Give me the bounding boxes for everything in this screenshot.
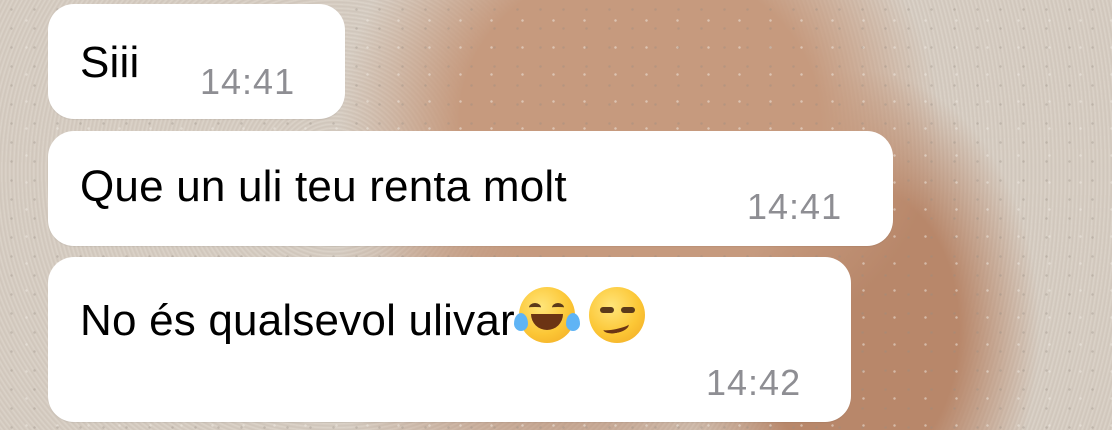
message-thread[interactable]: Siii 14:41 Que un uli teu renta molt 14:… [0, 0, 1112, 430]
message-bubble[interactable]: Siii 14:41 [48, 4, 345, 119]
message-text: Que un uli teu renta molt [80, 162, 567, 211]
smirking-face-icon [588, 287, 645, 343]
message-timestamp: 14:41 [200, 61, 296, 102]
message-timestamp: 14:41 [747, 186, 843, 227]
message-text-content: No és qualsevol ulivar [80, 296, 515, 345]
message-text: No és qualsevol ulivar [80, 287, 645, 346]
message-bubble[interactable]: No és qualsevol ulivar 14:42 [48, 257, 851, 422]
message-timestamp: 14:42 [706, 362, 802, 403]
message-bubble[interactable]: Que un uli teu renta molt 14:41 [48, 131, 893, 246]
message-text: Siii [80, 38, 140, 87]
face-with-tears-of-joy-icon [513, 287, 580, 343]
